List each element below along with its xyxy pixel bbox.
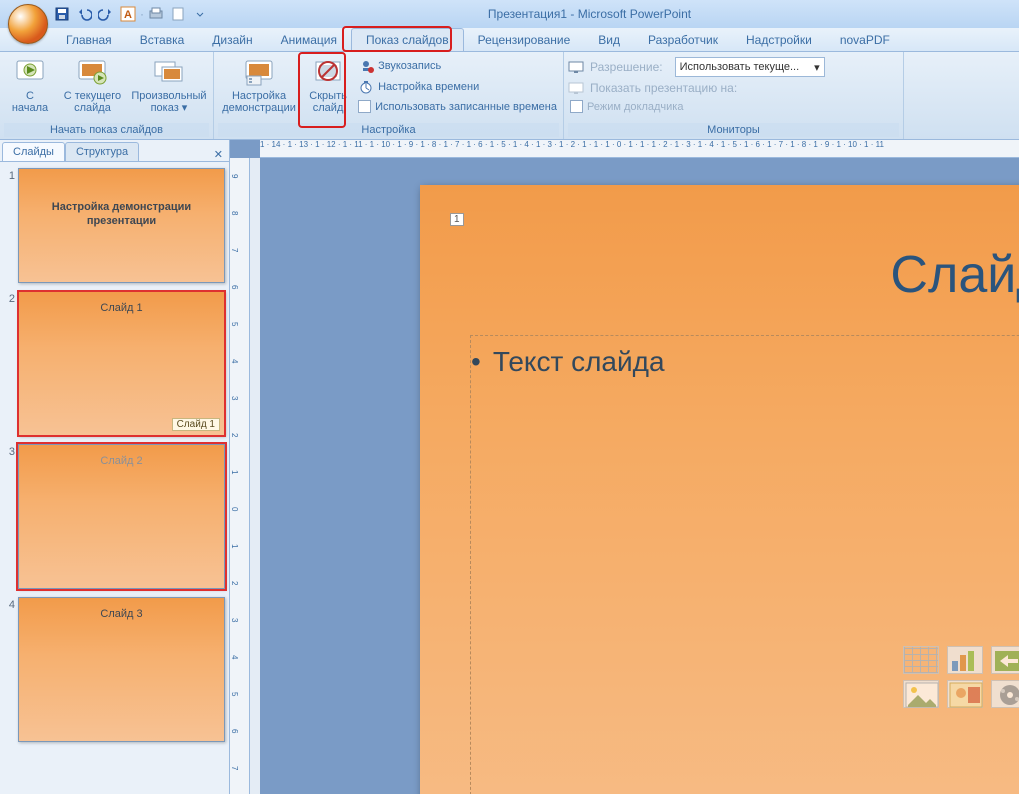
svg-text:A: A xyxy=(124,9,132,21)
from-current-button[interactable]: С текущего слайда xyxy=(58,54,127,116)
tab-novapdf[interactable]: novaPDF xyxy=(826,29,904,51)
custom-show-label: Произвольный показ ▾ xyxy=(131,90,206,114)
insert-chart-icon[interactable] xyxy=(947,646,983,674)
tab-home[interactable]: Главная xyxy=(52,29,126,51)
from-beginning-button[interactable]: С начала xyxy=(4,54,56,116)
qat-font-icon[interactable]: A xyxy=(118,4,138,24)
print-preview-icon[interactable] xyxy=(146,4,166,24)
office-button[interactable] xyxy=(8,4,48,44)
thumb-num: 1 xyxy=(4,168,18,283)
tab-addins[interactable]: Надстройки xyxy=(732,29,826,51)
thumbnail-list: 1 Настройка демонстрации презентации 2 С… xyxy=(0,162,229,794)
resolution-label: Разрешение: xyxy=(590,60,663,74)
thumbnail-2[interactable]: Слайд 1 Слайд 1 xyxy=(18,291,225,436)
window-title: Презентация1 - Microsoft PowerPoint xyxy=(210,7,1019,21)
insert-media-icon[interactable] xyxy=(991,680,1019,708)
insert-clipart-icon[interactable] xyxy=(947,680,983,708)
qat-separator: · xyxy=(140,7,144,21)
tab-animation[interactable]: Анимация xyxy=(267,29,351,51)
hide-slide-button[interactable]: Скрыть слайд xyxy=(302,54,354,116)
ruler-corner xyxy=(250,158,260,794)
insert-smartart-icon[interactable] xyxy=(991,646,1019,674)
tab-view[interactable]: Вид xyxy=(584,29,634,51)
setup-show-button[interactable]: Настройка демонстрации xyxy=(218,54,300,116)
record-narration-link[interactable]: Звукозапись xyxy=(356,57,559,75)
slide-title-placeholder[interactable]: Слайд 2 xyxy=(470,245,1019,305)
save-icon[interactable] xyxy=(52,4,72,24)
ribbon-tabs: Главная Вставка Дизайн Анимация Показ сл… xyxy=(0,28,1019,52)
workspace: Слайды Структура ✕ 1 Настройка демонстра… xyxy=(0,140,1019,794)
from-beginning-label: С начала xyxy=(8,90,52,114)
thumb-num: 4 xyxy=(4,597,18,742)
chevron-down-icon: ▾ xyxy=(814,61,820,74)
presenter-view-checkbox[interactable]: Режим докладчика xyxy=(568,99,685,114)
insert-picture-icon[interactable] xyxy=(903,680,939,708)
close-panel-icon[interactable]: ✕ xyxy=(214,148,223,161)
content-placeholder-icons xyxy=(903,646,1019,708)
tab-design[interactable]: Дизайн xyxy=(198,29,266,51)
thumbnail-1[interactable]: Настройка демонстрации презентации xyxy=(18,168,225,283)
sidetab-outline[interactable]: Структура xyxy=(65,142,139,161)
sidetab-slides[interactable]: Слайды xyxy=(2,142,65,161)
from-current-label: С текущего слайда xyxy=(62,90,123,114)
bullet-text: Текст слайда xyxy=(471,346,1019,378)
slide-editor[interactable]: 1 Слайд 2 Текст слайда xyxy=(420,185,1019,794)
custom-show-button[interactable]: Произвольный показ ▾ xyxy=(129,54,209,116)
new-doc-icon[interactable] xyxy=(168,4,188,24)
thumbnail-3[interactable]: Слайд 2 xyxy=(18,444,225,589)
tab-developer[interactable]: Разработчик xyxy=(634,29,732,51)
tab-slideshow[interactable]: Показ слайдов xyxy=(351,28,464,51)
hide-slide-label: Скрыть слайд xyxy=(306,90,350,114)
rehearse-timings-link[interactable]: Настройка времени xyxy=(356,78,559,96)
ribbon: С начала С текущего слайда Произвольный … xyxy=(0,52,1019,140)
resolution-dropdown[interactable]: Использовать текуще...▾ xyxy=(675,57,825,77)
thumb-num: 3 xyxy=(4,444,18,589)
tab-insert[interactable]: Вставка xyxy=(126,29,199,51)
use-timings-checkbox[interactable]: Использовать записанные времена xyxy=(356,99,559,114)
slide-number-badge: 1 xyxy=(450,213,464,226)
qat-dropdown-icon[interactable] xyxy=(190,4,210,24)
group-monitors-label: Мониторы xyxy=(568,123,899,137)
redo-icon[interactable] xyxy=(96,4,116,24)
thumbnail-4[interactable]: Слайд 3 xyxy=(18,597,225,742)
thumb-tooltip: Слайд 1 xyxy=(172,418,220,431)
slide-body-placeholder[interactable]: Текст слайда xyxy=(470,335,1019,794)
setup-show-label: Настройка демонстрации xyxy=(222,90,296,114)
group-start-label: Начать показ слайдов xyxy=(4,123,209,137)
tab-review[interactable]: Рецензирование xyxy=(464,29,585,51)
title-bar: A · Презентация1 - Microsoft PowerPoint xyxy=(0,0,1019,28)
vertical-ruler: 98765432101234567 xyxy=(230,158,250,794)
slides-panel: Слайды Структура ✕ 1 Настройка демонстра… xyxy=(0,140,230,794)
thumb-num: 2 xyxy=(4,291,18,436)
show-on-label: Показать презентацию на: xyxy=(590,81,737,95)
group-settings-label: Настройка xyxy=(218,123,559,137)
monitor-icon xyxy=(568,59,584,75)
quick-access-toolbar: A · xyxy=(52,4,210,24)
insert-table-icon[interactable] xyxy=(903,646,939,674)
horizontal-ruler: 1 · 14 · 1 · 13 · 1 · 12 · 1 · 11 · 1 · … xyxy=(260,140,1019,158)
monitor-icon xyxy=(568,80,584,96)
slide-canvas: 1 · 14 · 1 · 13 · 1 · 12 · 1 · 11 · 1 · … xyxy=(230,140,1019,794)
undo-icon[interactable] xyxy=(74,4,94,24)
